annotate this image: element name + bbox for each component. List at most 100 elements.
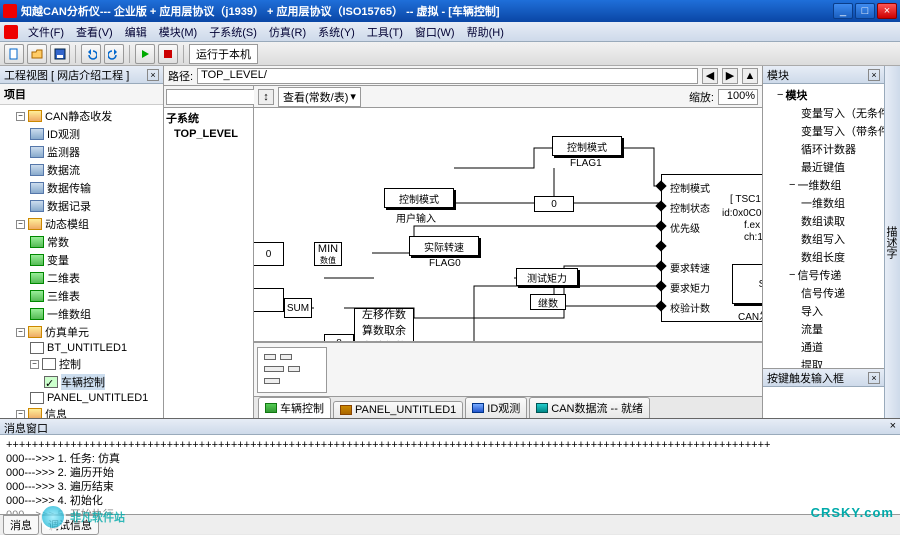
tree-log[interactable]: 数据记录 — [47, 198, 91, 214]
menu-window[interactable]: 窗口(W) — [409, 22, 461, 42]
module-item[interactable]: 流量 — [789, 320, 882, 338]
menu-simulation[interactable]: 仿真(R) — [263, 22, 312, 42]
block-can-send-group[interactable] — [661, 174, 762, 322]
tool-run-icon[interactable] — [135, 44, 155, 64]
menu-module[interactable]: 模块(M) — [153, 22, 204, 42]
menu-view[interactable]: 查看(V) — [70, 22, 119, 42]
tool-open-icon[interactable] — [27, 44, 47, 64]
close-button[interactable]: × — [877, 3, 897, 19]
tree-info[interactable]: 信息 — [45, 406, 67, 418]
tool-save-icon[interactable] — [50, 44, 70, 64]
message-close-icon[interactable]: × — [890, 420, 896, 433]
block-ctrlmode2[interactable]: 控制模式 — [384, 188, 454, 208]
module-item[interactable]: 数组写入 — [789, 230, 882, 248]
watermark: 非凡软件站 — [40, 504, 125, 530]
module-item[interactable]: 提取 — [789, 356, 882, 368]
tree-const[interactable]: 常数 — [47, 234, 69, 250]
message-body[interactable]: ++++++++++++++++++++++++++++++++++++++++… — [0, 435, 900, 514]
tab-vehicle-ctrl[interactable]: 车辆控制 — [258, 397, 331, 418]
msg-tab-message[interactable]: 消息 — [3, 515, 39, 535]
module-item[interactable]: 一维数组 — [789, 194, 882, 212]
vertical-tab-desc[interactable]: 描述字 — [884, 66, 900, 418]
block-cont[interactable]: 继数 — [530, 294, 566, 310]
tree-can-static[interactable]: CAN静态收发 — [45, 108, 112, 124]
module-panel-close-icon[interactable]: × — [868, 69, 880, 81]
subsystem-item[interactable]: TOP_LEVEL — [166, 128, 251, 140]
menu-help[interactable]: 帮助(H) — [461, 22, 510, 42]
module-item[interactable]: 最近键值 — [789, 158, 882, 176]
menu-subsystem[interactable]: 子系统(S) — [203, 22, 263, 42]
key-input-body[interactable] — [763, 387, 884, 418]
tree-3d[interactable]: 三维表 — [47, 288, 80, 304]
tree-dataflow[interactable]: 数据流 — [47, 162, 80, 178]
block-in2[interactable] — [254, 288, 284, 312]
module-panel: 模块 × −模块 变量写入（无条件变量写入（带条件循环计数器最近键值−一维数组一… — [762, 66, 884, 418]
run-target-label[interactable]: 运行于本机 — [189, 44, 258, 64]
tree-var[interactable]: 变量 — [47, 252, 69, 268]
module-item[interactable]: 通道 — [789, 338, 882, 356]
tree-vehicle-ctrl[interactable]: 车辆控制 — [61, 374, 105, 390]
module-item[interactable]: 信号传递 — [789, 284, 882, 302]
panel-close-icon[interactable]: × — [147, 69, 159, 81]
module-item[interactable]: 导入 — [789, 302, 882, 320]
tool-undo-icon[interactable] — [81, 44, 101, 64]
project-tree-panel: 工程视图 [ 网店介绍工程 ] × 项目 −CAN静态收发 ID观测 监测器 数… — [0, 66, 164, 418]
maximize-button[interactable]: □ — [855, 3, 875, 19]
block-sum[interactable]: SUM — [284, 298, 312, 318]
tab-id-obs[interactable]: ID观测 — [465, 397, 527, 418]
module-group[interactable]: −一维数组 — [789, 176, 882, 194]
zoom-input[interactable]: 100% — [718, 89, 758, 105]
tree-2d[interactable]: 二维表 — [47, 270, 80, 286]
module-tree[interactable]: −模块 变量写入（无条件变量写入（带条件循环计数器最近键值−一维数组一维数组数组… — [763, 84, 884, 368]
menu-file[interactable]: 文件(F) — [22, 22, 70, 42]
block-ctrlmode1[interactable]: 控制模式 — [552, 136, 622, 156]
block-shift[interactable]: 左移作数算数取余右移作数 — [354, 308, 414, 342]
tree-tx[interactable]: 数据传输 — [47, 180, 91, 196]
module-panel-title: 模块 — [767, 67, 789, 83]
key-input-close-icon[interactable]: × — [868, 372, 880, 384]
module-item[interactable]: 变量写入（带条件 — [789, 122, 882, 140]
nav-up-icon[interactable]: ▲ — [742, 68, 758, 84]
path-input[interactable]: TOP_LEVEL/ — [197, 68, 698, 84]
module-item[interactable]: 变量写入（无条件 — [789, 104, 882, 122]
project-tree-header: 工程视图 [ 网店介绍工程 ] × — [0, 66, 163, 84]
diagram-canvas[interactable]: 控制模式 FLAG1 控制模式 用户输入 0 实际转速 FLAG0 MIN数值 … — [254, 108, 762, 342]
tab-panel-untitled[interactable]: PANEL_UNTITLED1 — [333, 401, 463, 418]
message-tabs: 消息 调试信息 — [0, 514, 900, 534]
module-panel-header: 模块 × — [763, 66, 884, 84]
sort-icon[interactable]: ↕ — [258, 89, 274, 105]
tree-panel[interactable]: PANEL_UNTITLED1 — [47, 392, 148, 404]
tree-monitor[interactable]: 监测器 — [47, 144, 80, 160]
tree-bt[interactable]: BT_UNTITLED1 — [47, 342, 127, 354]
block-min[interactable]: MIN数值 — [314, 242, 342, 266]
nav-fwd-icon[interactable]: ▶ — [722, 68, 738, 84]
tree-dynamic[interactable]: 动态模组 — [45, 216, 89, 232]
block-testtorque[interactable]: 测试矩力 — [516, 268, 578, 286]
block-in1[interactable]: 0 — [254, 242, 284, 266]
block-eight[interactable]: 8 — [324, 334, 354, 342]
module-item[interactable]: 数组读取 — [789, 212, 882, 230]
module-item[interactable]: 数组长度 — [789, 248, 882, 266]
tab-can-dataflow[interactable]: CAN数据流 -- 就绪 — [529, 397, 650, 418]
module-group[interactable]: −信号传递 — [789, 266, 882, 284]
minimize-button[interactable]: _ — [833, 3, 853, 19]
block-realspeed[interactable]: 实际转速 — [409, 236, 479, 256]
thumbnail[interactable] — [257, 347, 327, 393]
tree-ctrl[interactable]: 控制 — [59, 356, 81, 372]
menu-system[interactable]: 系统(Y) — [312, 22, 361, 42]
msg-line-0: ++++++++++++++++++++++++++++++++++++++++… — [6, 438, 894, 452]
tool-new-icon[interactable] — [4, 44, 24, 64]
tool-stop-icon[interactable] — [158, 44, 178, 64]
view-const-table-button[interactable]: 查看(常数/表) ▾ — [278, 87, 361, 107]
tree-sim[interactable]: 仿真单元 — [45, 324, 89, 340]
nav-back-icon[interactable]: ◀ — [702, 68, 718, 84]
module-item[interactable]: 循环计数器 — [789, 140, 882, 158]
project-tree[interactable]: −CAN静态收发 ID观测 监测器 数据流 数据传输 数据记录 −动态模组 常数… — [0, 105, 163, 418]
tree-id-obs[interactable]: ID观测 — [47, 126, 80, 142]
tree-1d[interactable]: 一维数组 — [47, 306, 91, 322]
menu-tools[interactable]: 工具(T) — [361, 22, 409, 42]
menu-edit[interactable]: 编辑 — [119, 22, 153, 42]
block-zero[interactable]: 0 — [534, 196, 574, 212]
subsystem-header: 子系统 — [166, 110, 251, 126]
tool-redo-icon[interactable] — [104, 44, 124, 64]
